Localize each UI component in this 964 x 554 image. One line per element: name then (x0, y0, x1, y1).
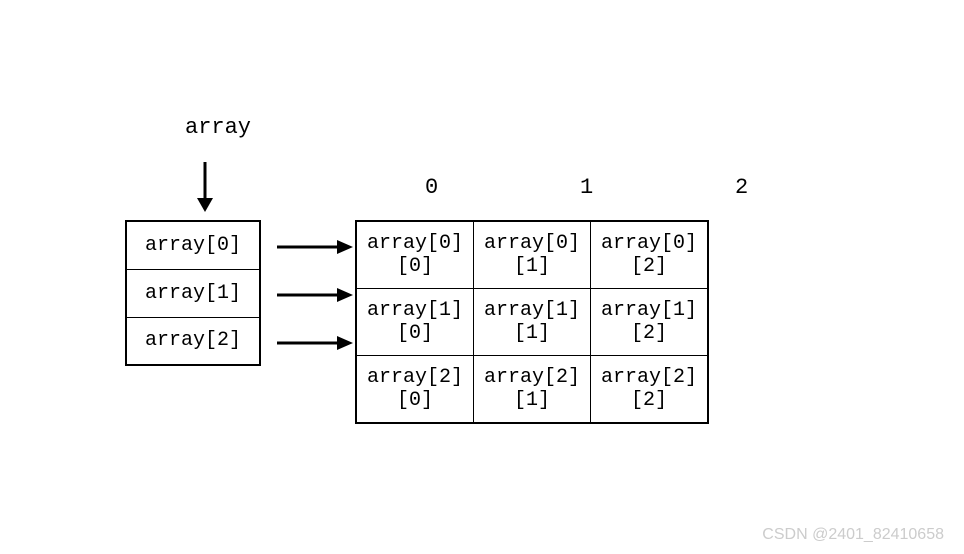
column-header: 0 (425, 175, 438, 200)
array-title-label: array (185, 115, 251, 140)
grid-cell: array[2][2] (591, 356, 709, 424)
pointer-cell: array[1] (126, 269, 260, 317)
grid-cell: array[0][1] (474, 221, 591, 289)
grid-cell: array[1][1] (474, 289, 591, 356)
down-arrow-icon (190, 160, 220, 215)
watermark-text: CSDN @2401_82410658 (762, 526, 944, 544)
pointer-cell: array[0] (126, 221, 260, 269)
pointer-array-table: array[0] array[1] array[2] (125, 220, 261, 366)
column-header: 2 (735, 175, 748, 200)
grid-cell: array[1][0] (356, 289, 474, 356)
right-arrow-icon (275, 237, 355, 257)
column-header: 1 (580, 175, 593, 200)
grid-cell: array[2][1] (474, 356, 591, 424)
grid-cell: array[2][0] (356, 356, 474, 424)
data-grid-table: array[0][0] array[0][1] array[0][2] arra… (355, 220, 709, 424)
right-arrow-icon (275, 285, 355, 305)
grid-cell: array[0][2] (591, 221, 709, 289)
pointer-cell: array[2] (126, 317, 260, 365)
grid-cell: array[0][0] (356, 221, 474, 289)
right-arrow-icon (275, 333, 355, 353)
grid-cell: array[1][2] (591, 289, 709, 356)
